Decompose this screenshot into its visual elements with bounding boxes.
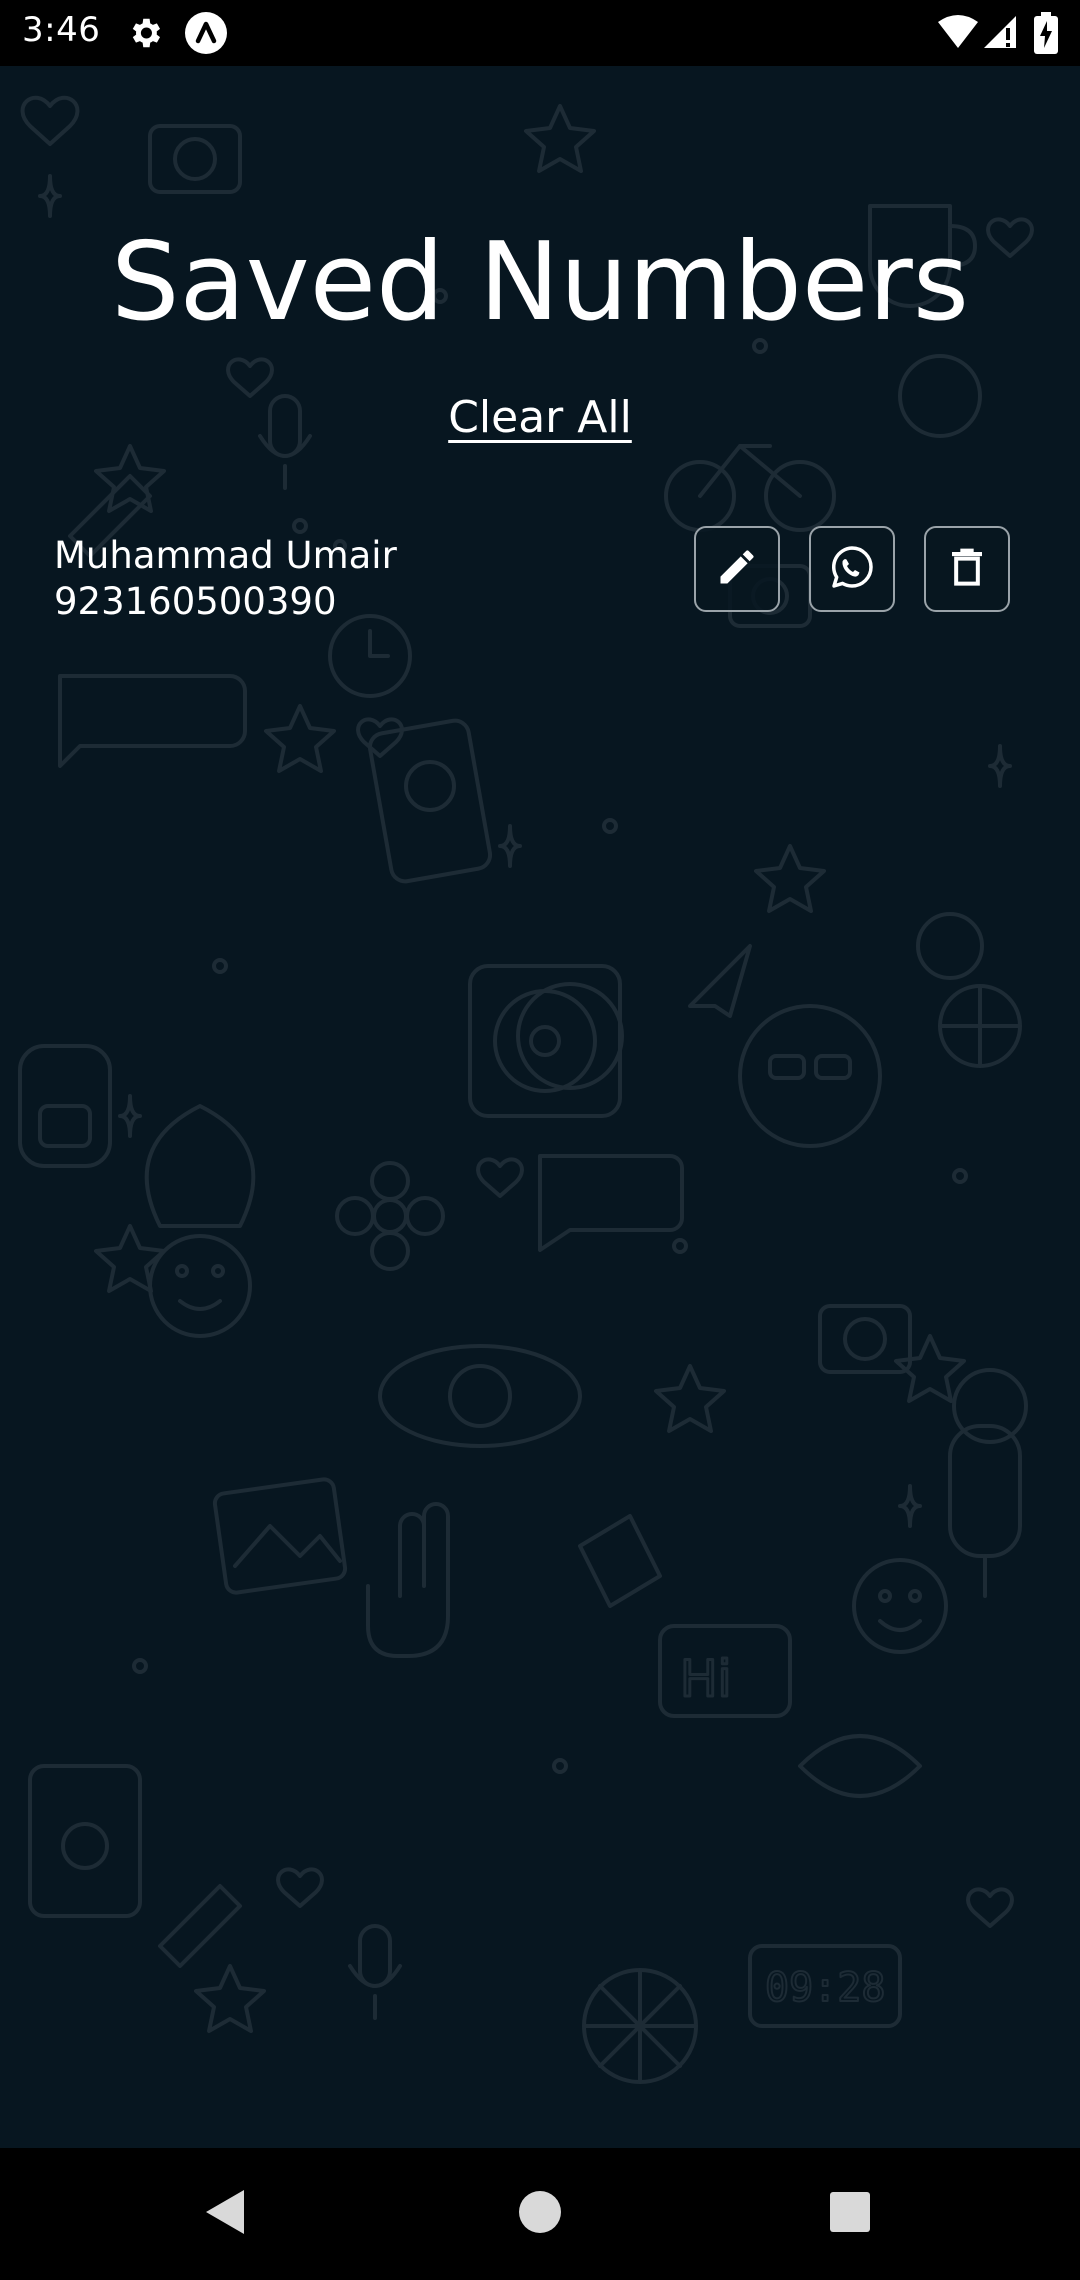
home-button[interactable] — [504, 2178, 576, 2250]
status-time: 3:46 — [22, 10, 101, 50]
contact-number: 923160500390 — [54, 580, 337, 623]
signal-icon — [984, 14, 1018, 54]
app-notification-icon — [184, 11, 228, 59]
battery-charging-icon — [1034, 12, 1058, 58]
back-button[interactable] — [190, 2178, 262, 2250]
edit-icon — [715, 545, 759, 593]
doodle-pattern-background: Hi 09:28 — [18, 95, 1034, 2084]
app-background: Hi 09:28 Saved Numbers Clear All Muhamma… — [0, 66, 1080, 2148]
recents-icon — [828, 2190, 872, 2238]
saved-number-row: Muhammad Umair 923160500390 — [0, 526, 1080, 636]
clear-all-container: Clear All — [0, 392, 1080, 443]
settings-icon — [126, 14, 164, 56]
delete-icon — [947, 545, 987, 593]
whatsapp-button[interactable] — [809, 526, 895, 612]
whatsapp-icon — [828, 543, 876, 595]
page-title: Saved Numbers — [110, 220, 970, 345]
navigation-bar — [0, 2148, 1080, 2280]
delete-button[interactable] — [924, 526, 1010, 612]
status-bar: 3:46 — [0, 0, 1080, 66]
clear-all-link[interactable]: Clear All — [448, 392, 632, 443]
wifi-icon — [938, 14, 978, 54]
recents-button[interactable] — [814, 2178, 886, 2250]
svg-text:Hi: Hi — [680, 1650, 732, 1708]
back-icon — [202, 2187, 250, 2241]
edit-button[interactable] — [694, 526, 780, 612]
contact-name: Muhammad Umair — [54, 534, 397, 577]
home-icon — [518, 2190, 562, 2238]
svg-text:09:28: 09:28 — [765, 1965, 885, 2011]
